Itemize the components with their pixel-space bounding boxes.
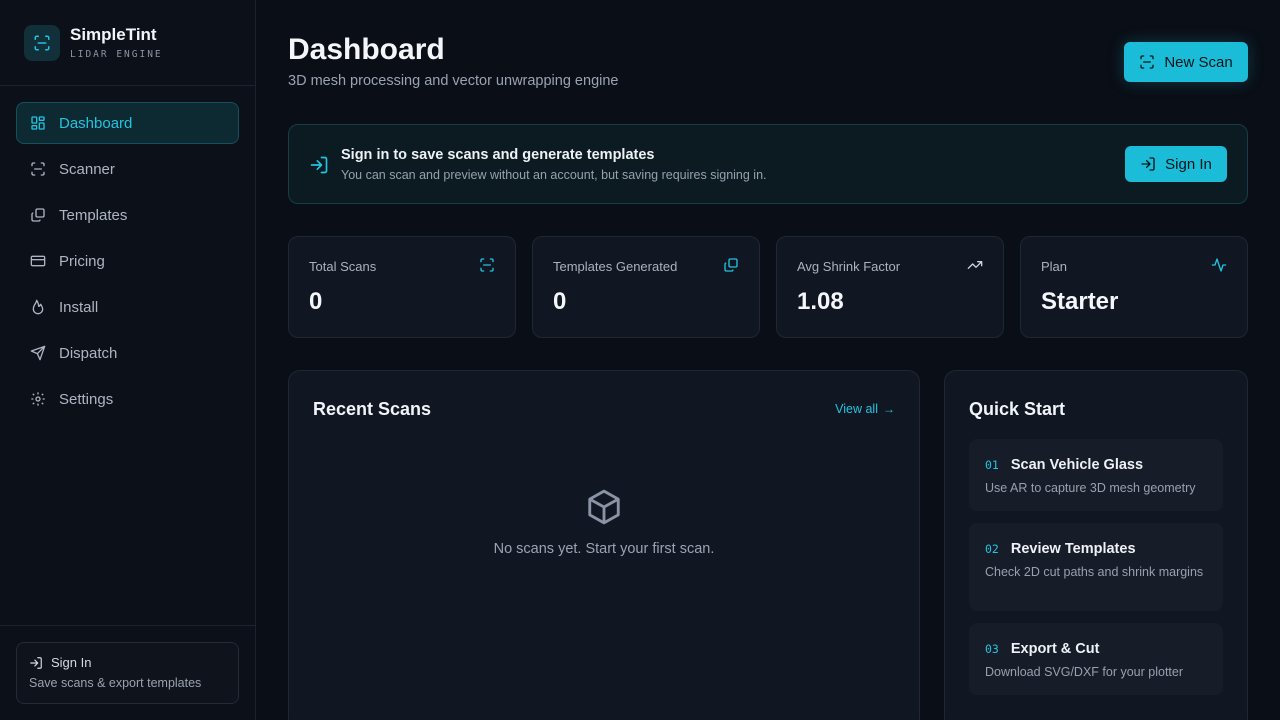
banner-title: Sign in to save scans and generate templ… [341, 147, 655, 163]
new-scan-button[interactable]: New Scan [1124, 42, 1248, 82]
recent-scans-title: Recent Scans [313, 399, 432, 419]
sidebar-item-label: Templates [59, 206, 128, 224]
sidebar-nav: Dashboard Scanner Templates Pricing Inst… [0, 86, 255, 440]
sidebar-item-install[interactable]: Install [16, 286, 239, 328]
step-description: Check 2D cut paths and shrink margins [985, 565, 1204, 579]
grid-icon [31, 116, 45, 130]
recent-scans-card: Recent Scans View all → No scans yet. St… [288, 370, 920, 720]
sidebar-sign-in-label: Sign In [51, 655, 92, 670]
view-all-label: View all [835, 402, 878, 416]
empty-state-text: No scans yet. Start your first scan. [493, 541, 715, 557]
sidebar-item-label: Pricing [59, 252, 105, 270]
gear-icon [31, 392, 45, 406]
sidebar-item-label: Install [59, 298, 99, 316]
activity-icon [1211, 258, 1227, 272]
scan-icon [31, 162, 45, 176]
stat-label: Total Scans [309, 259, 377, 274]
sidebar-item-label: Dashboard [59, 114, 133, 132]
scan-icon [1140, 55, 1154, 69]
sidebar-item-settings[interactable]: Settings [16, 378, 239, 420]
copy-icon [31, 208, 45, 222]
login-icon [310, 156, 328, 174]
stats-row: Total Scans 0 Templates Generated 0 Avg … [288, 236, 1248, 338]
stat-card-total-scans: Total Scans 0 [288, 236, 516, 338]
arrow-right-icon: → [883, 402, 895, 416]
sidebar-item-scanner[interactable]: Scanner [16, 148, 239, 190]
sidebar-item-dispatch[interactable]: Dispatch [16, 332, 239, 374]
login-icon [30, 656, 42, 669]
stat-value: Starter [1041, 288, 1119, 315]
step-title: Review Templates [1010, 541, 1136, 557]
step-title: Export & Cut [1010, 641, 1100, 657]
trending-up-icon [967, 261, 983, 269]
stat-card-templates-generated: Templates Generated 0 [532, 236, 760, 338]
step-description: Use AR to capture 3D mesh geometry [985, 481, 1196, 495]
sign-in-button[interactable]: Sign In [1125, 146, 1227, 182]
stat-label: Avg Shrink Factor [797, 259, 901, 274]
sidebar: SimpleTint LIDAR ENGINE Dashboard Scanne… [0, 0, 256, 720]
quick-start-item[interactable]: 01 Scan Vehicle Glass Use AR to capture … [969, 439, 1223, 511]
sign-in-label: Sign In [1165, 155, 1212, 173]
stat-value: 0 [309, 288, 323, 315]
stat-value: 1.08 [797, 288, 844, 315]
stat-label: Plan [1041, 259, 1068, 274]
sign-in-banner: Sign in to save scans and generate templ… [288, 124, 1248, 204]
flame-icon [32, 299, 44, 315]
login-icon [1141, 157, 1155, 171]
sidebar-sign-in-subtitle: Save scans & export templates [29, 676, 202, 690]
page-title: Dashboard [288, 33, 445, 66]
step-number: 01 [985, 458, 999, 472]
sidebar-item-label: Dispatch [59, 344, 118, 362]
quick-start-title: Quick Start [969, 399, 1066, 419]
credit-card-icon [30, 255, 46, 267]
brand[interactable]: SimpleTint LIDAR ENGINE [0, 0, 255, 86]
sidebar-sign-in[interactable]: Sign In Save scans & export templates [16, 642, 239, 704]
stat-card-plan: Plan Starter [1020, 236, 1248, 338]
sidebar-item-templates[interactable]: Templates [16, 194, 239, 236]
quick-start-item[interactable]: 02 Review Templates Check 2D cut paths a… [969, 523, 1223, 611]
scan-logo-icon [24, 24, 60, 61]
step-number: 03 [985, 642, 999, 656]
cube-icon [588, 489, 620, 525]
step-description: Download SVG/DXF for your plotter [985, 665, 1183, 679]
sidebar-item-dashboard[interactable]: Dashboard [16, 102, 239, 144]
brand-subtitle: LIDAR ENGINE [70, 49, 163, 60]
stat-value: 0 [553, 288, 567, 315]
quick-start-card: Quick Start 01 Scan Vehicle Glass Use AR… [944, 370, 1248, 720]
page-subtitle: 3D mesh processing and vector unwrapping… [288, 73, 619, 89]
sidebar-item-label: Settings [59, 390, 114, 408]
new-scan-label: New Scan [1164, 53, 1233, 71]
sidebar-item-pricing[interactable]: Pricing [16, 240, 239, 282]
sidebar-item-label: Scanner [59, 160, 115, 178]
copy-icon [724, 258, 738, 272]
stat-label: Templates Generated [553, 259, 678, 274]
step-title: Scan Vehicle Glass [1010, 457, 1144, 473]
view-all-link[interactable]: View all → [835, 402, 895, 416]
step-number: 02 [985, 542, 999, 556]
banner-subtitle: You can scan and preview without an acco… [341, 168, 767, 182]
stat-card-avg-shrink: Avg Shrink Factor 1.08 [776, 236, 1004, 338]
scan-icon [480, 258, 494, 272]
sidebar-divider [0, 625, 255, 626]
quick-start-item[interactable]: 03 Export & Cut Download SVG/DXF for you… [969, 623, 1223, 695]
brand-name: SimpleTint [70, 25, 157, 44]
send-icon [30, 345, 46, 361]
